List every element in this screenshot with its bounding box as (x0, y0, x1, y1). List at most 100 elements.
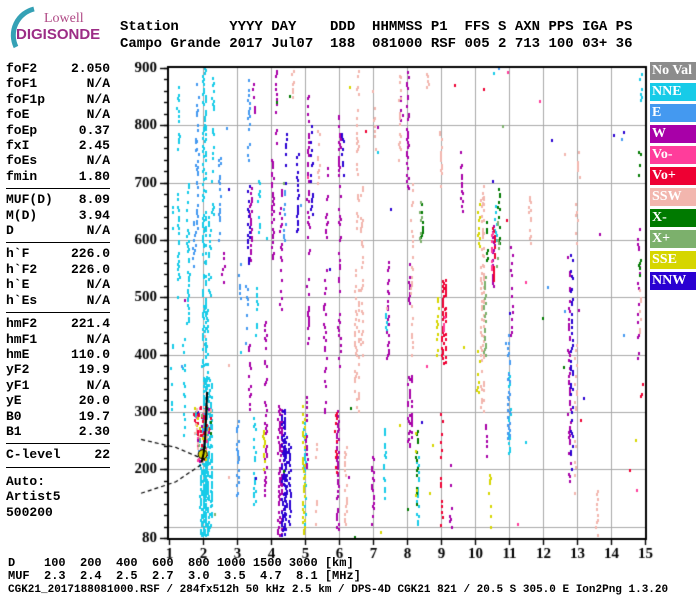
param-value: 1.80 (78, 168, 110, 184)
param-value: N/A (86, 277, 110, 293)
param-label: foEs (6, 153, 38, 169)
file-info-footer: CGK21_2017188081000.RSF / 284fx512h 50 k… (8, 584, 669, 596)
param-row: h`E N/A (6, 277, 110, 292)
param-label: yE (6, 393, 22, 409)
scaled-parameters-panel: foF2 2.050 foF1 N/A foF1p N/A foE N/A foEp 0.37 fx… (6, 61, 110, 527)
distance-row: D 100 200 400 600 800 1000 1500 3000 [km… (8, 556, 354, 570)
param-value: N/A (86, 377, 110, 393)
param-value: 19.7 (78, 408, 110, 424)
legend-label: No Val (652, 63, 693, 78)
legend-item: X- (650, 209, 696, 227)
param-row: h`F2 226.0 (6, 262, 110, 277)
legend-label: X- (652, 210, 667, 225)
param-value: N/A (86, 107, 110, 123)
param-row: fxI 2.45 (6, 138, 110, 153)
muf-row: MUF 2.3 2.4 2.5 2.7 3.0 3.5 4.7 8.1 [MHz… (8, 569, 361, 583)
logo-lowell-text: Lowell (44, 11, 84, 26)
param-value: 2.45 (78, 138, 110, 154)
param-label: foE (6, 107, 30, 123)
param-label: h`E (6, 277, 30, 293)
legend-item: Vo- (650, 146, 696, 164)
param-label: hmF2 (6, 316, 38, 332)
legend-label: E (652, 105, 662, 120)
param-label: fxI (6, 138, 30, 154)
digisonde-ionogram-page: { "logo": {"line1": "Lowell", "line2": "… (0, 0, 700, 600)
param-row: foF2 2.050 (6, 61, 110, 76)
param-row: fmin 1.80 (6, 169, 110, 184)
param-label: foF1p (6, 91, 46, 107)
header-column-labels: Station YYYY DAY DDD HHMMSS P1 FFS S AXN… (120, 19, 633, 35)
param-value: 20.0 (78, 393, 110, 409)
param-value: N/A (86, 223, 110, 239)
param-row: foF1 N/A (6, 76, 110, 91)
param-value: 19.9 (78, 362, 110, 378)
param-value: 0.37 (78, 122, 110, 138)
param-label: MUF(D) (6, 192, 53, 208)
param-row: Artist5 (6, 489, 110, 504)
param-group: MUF(D) 8.09 M(D) 3.94 D N/A (6, 192, 110, 244)
legend-item: NNE (650, 83, 696, 101)
legend-label: Vo- (652, 147, 673, 162)
legend-label: Vo+ (652, 168, 676, 183)
legend-item: SSW (650, 188, 696, 206)
param-row: B0 19.7 (6, 409, 110, 424)
param-value: 8.09 (78, 192, 110, 208)
param-value: 226.0 (70, 246, 110, 262)
param-label: hmE (6, 346, 30, 362)
param-row: M(D) 3.94 (6, 208, 110, 223)
param-label: h`F2 (6, 261, 38, 277)
param-label: B0 (6, 408, 22, 424)
param-label: 500200 (6, 504, 53, 520)
param-row: B1 2.30 (6, 424, 110, 439)
legend-item: No Val (650, 62, 696, 80)
param-row: hmF1 N/A (6, 332, 110, 347)
param-value: 110.0 (70, 346, 110, 362)
param-value: N/A (86, 331, 110, 347)
param-row: h`F 226.0 (6, 246, 110, 261)
legend-item: X+ (650, 230, 696, 248)
param-row: foF1p N/A (6, 92, 110, 107)
param-row: h`Es N/A (6, 293, 110, 308)
param-row: D N/A (6, 223, 110, 238)
param-row: hmE 110.0 (6, 347, 110, 362)
param-row: 500200 (6, 505, 110, 520)
param-label: foF2 (6, 61, 38, 76)
param-value: 221.4 (70, 316, 110, 332)
param-label: h`F (6, 246, 30, 262)
param-value: 2.30 (78, 423, 110, 439)
param-label: yF1 (6, 377, 30, 393)
param-value: 2.050 (70, 61, 110, 76)
param-group: C-level 22 (6, 447, 110, 468)
param-group: h`F 226.0 h`F2 226.0 h`E N/A h`Es N/A (6, 246, 110, 314)
param-label: foEp (6, 122, 38, 138)
param-row: foEs N/A (6, 153, 110, 168)
header-values: Campo Grande 2017 Jul07 188 081000 RSF 0… (120, 36, 633, 52)
param-row: hmF2 221.4 (6, 316, 110, 331)
param-value: N/A (86, 91, 110, 107)
param-group: foF2 2.050 foF1 N/A foF1p N/A foE N/A foEp 0.37 fx… (6, 61, 110, 190)
param-row: yF2 19.9 (6, 362, 110, 377)
param-value: N/A (86, 292, 110, 308)
param-row: foE N/A (6, 107, 110, 122)
param-label: foF1 (6, 76, 38, 92)
param-value: 22 (94, 447, 110, 463)
param-label: M(D) (6, 207, 38, 223)
legend-item: W (650, 125, 696, 143)
param-label: D (6, 223, 14, 239)
param-row: yE 20.0 (6, 393, 110, 408)
legend-label: NNW (652, 273, 687, 288)
param-label: Auto: (6, 473, 46, 489)
param-label: yF2 (6, 362, 30, 378)
legend-item: NNW (650, 272, 696, 290)
param-value: 226.0 (70, 261, 110, 277)
param-group: hmF2 221.4 hmF1 N/A hmE 110.0 yF2 19.9 yF1 N/A yE 2… (6, 316, 110, 445)
legend-item: E (650, 104, 696, 122)
echo-type-legend: No Val NNE E W Vo- Vo+ SSW X- X+ SSE NNW (650, 62, 696, 293)
legend-label: X+ (652, 231, 671, 246)
param-label: h`Es (6, 292, 38, 308)
legend-item: Vo+ (650, 167, 696, 185)
param-row: MUF(D) 8.09 (6, 192, 110, 207)
lowell-digisonde-logo: Lowell DIGISONDE (4, 5, 116, 49)
param-value: N/A (86, 76, 110, 92)
param-label: fmin (6, 168, 38, 184)
